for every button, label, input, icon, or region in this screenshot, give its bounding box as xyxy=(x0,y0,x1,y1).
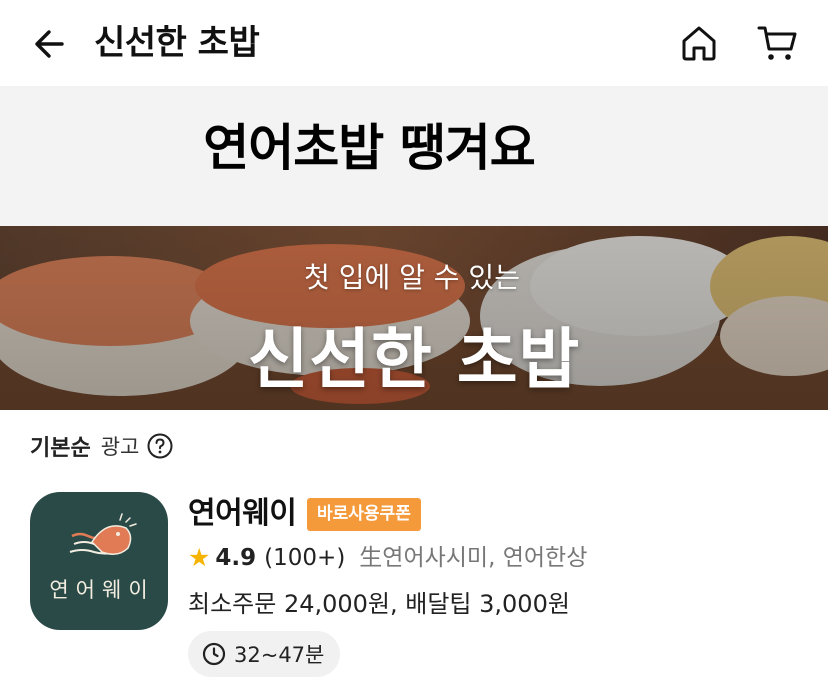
sort-dropdown[interactable]: 기본순 xyxy=(30,430,91,462)
clock-icon xyxy=(202,642,226,666)
top-app-bar: 신선한 초밥 xyxy=(0,0,828,86)
ad-info-button[interactable] xyxy=(147,433,173,459)
promo-section: 연어초밥 땡겨요 xyxy=(0,86,828,226)
review-count: (100+) xyxy=(264,545,346,571)
store-card[interactable]: 연어웨이 연어웨이 바로사용쿠폰 ★ 4.9 (100+) 生연어사시미, 연어… xyxy=(30,490,820,690)
banner-title: 신선한 초밥 xyxy=(247,321,581,398)
min-order-fee: 최소주문 24,000원, 배달팁 3,000원 xyxy=(188,590,570,618)
cart-button[interactable] xyxy=(754,20,800,66)
store-name: 연어웨이 xyxy=(188,496,297,531)
ad-label: 광고 xyxy=(100,435,140,459)
home-button[interactable] xyxy=(676,20,722,66)
store-category: 生연어사시미, 연어한상 xyxy=(359,545,588,571)
back-button[interactable] xyxy=(28,22,72,66)
rating-row: ★ 4.9 (100+) 生연어사시미, 연어한상 xyxy=(188,542,587,574)
star-icon: ★ xyxy=(188,543,211,572)
store-logo-text: 연어웨이 xyxy=(49,578,155,602)
banner-subtitle: 첫 입에 알 수 있는 xyxy=(304,261,520,294)
promo-heading: 연어초밥 땡겨요 xyxy=(203,119,535,177)
coupon-badge: 바로사용쿠폰 xyxy=(307,498,421,531)
cart-icon xyxy=(757,26,797,60)
home-icon xyxy=(682,26,716,61)
store-logo: 연어웨이 xyxy=(30,492,168,630)
sushi-banner[interactable]: 첫 입에 알 수 있는 신선한 초밥 xyxy=(0,226,828,410)
sort-row: 기본순 광고 xyxy=(30,428,173,464)
question-circle-icon xyxy=(147,433,173,459)
salmon-logo-icon xyxy=(69,513,137,555)
arrow-left-icon xyxy=(35,30,64,58)
page-title: 신선한 초밥 xyxy=(94,23,260,63)
delivery-time: 32~47분 xyxy=(234,643,325,667)
rating-value: 4.9 xyxy=(215,545,257,571)
delivery-time-chip: 32~47분 xyxy=(188,631,341,677)
